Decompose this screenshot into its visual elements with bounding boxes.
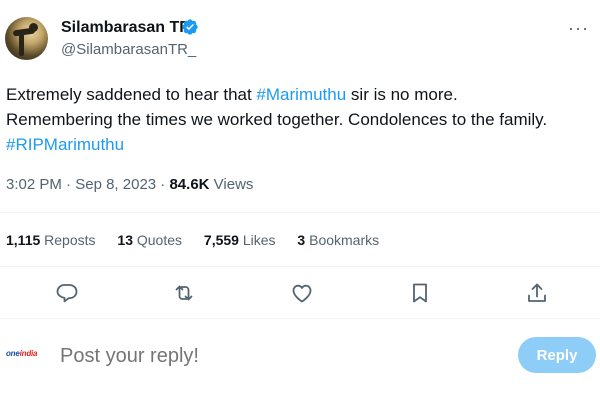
tweet-text-segment: sir is no more. (346, 85, 458, 104)
meta-separator: · (160, 176, 166, 193)
tweet-line-2: Remembering the times we worked together… (6, 110, 548, 129)
share-icon[interactable] (525, 281, 549, 305)
verified-badge-icon (182, 19, 198, 35)
engagement-stats: 1,115 Reposts 13 Quotes 7,559 Likes 3 Bo… (6, 232, 397, 248)
bookmark-icon[interactable] (408, 281, 432, 305)
like-icon[interactable] (290, 281, 314, 305)
hashtag-marimuthu[interactable]: #Marimuthu (256, 85, 346, 104)
reposts-stat[interactable]: 1,115 Reposts (6, 232, 96, 248)
bookmarks-stat[interactable]: 3 Bookmarks (297, 232, 379, 248)
likes-count: 7,559 (203, 232, 239, 248)
reply-button[interactable]: Reply (518, 337, 596, 373)
tweet-text: Extremely saddened to hear that #Marimut… (6, 82, 596, 157)
meta-separator: · (66, 176, 72, 193)
likes-label: Likes (242, 232, 276, 248)
bookmarks-label: Bookmarks (309, 232, 380, 248)
display-name[interactable]: Silambarasan TR (61, 19, 191, 37)
post-time[interactable]: 3:02 PM (6, 176, 62, 193)
reply-composer: oneindia Reply (0, 330, 600, 380)
post-date[interactable]: Sep 8, 2023 (75, 176, 156, 193)
tweet-meta: 3:02 PM · Sep 8, 2023 · 84.6K Views (6, 176, 253, 193)
tweet-line-3: #RIPMarimuthu (6, 132, 596, 157)
views-label: Views (213, 176, 254, 193)
likes-stat[interactable]: 7,559 Likes (204, 232, 276, 248)
divider (0, 212, 600, 213)
tweet-header: Silambarasan TR @SilambarasanTR_ ··· (5, 14, 595, 66)
repost-icon[interactable] (172, 281, 196, 305)
tweet-line-1: Extremely saddened to hear that #Marimut… (6, 82, 596, 107)
tweet-text-segment: Extremely saddened to hear that (6, 85, 257, 104)
quotes-count: 13 (117, 232, 133, 248)
reply-icon[interactable] (55, 281, 79, 305)
reply-input[interactable] (60, 342, 360, 370)
quotes-stat[interactable]: 13 Quotes (117, 232, 182, 248)
oneindia-logo: oneindia (6, 349, 38, 358)
divider (0, 318, 600, 319)
user-handle[interactable]: @SilambarasanTR_ (61, 41, 196, 58)
more-icon[interactable]: ··· (568, 18, 589, 39)
hashtag-rip-marimuthu[interactable]: #RIPMarimuthu (6, 135, 124, 154)
views-count: 84.6K (169, 176, 210, 193)
action-bar (0, 276, 600, 310)
reposts-label: Reposts (44, 232, 96, 248)
avatar[interactable] (5, 17, 48, 60)
divider (0, 266, 600, 267)
quotes-label: Quotes (136, 232, 183, 248)
reposts-count: 1,115 (6, 232, 41, 248)
bookmarks-count: 3 (297, 232, 306, 248)
